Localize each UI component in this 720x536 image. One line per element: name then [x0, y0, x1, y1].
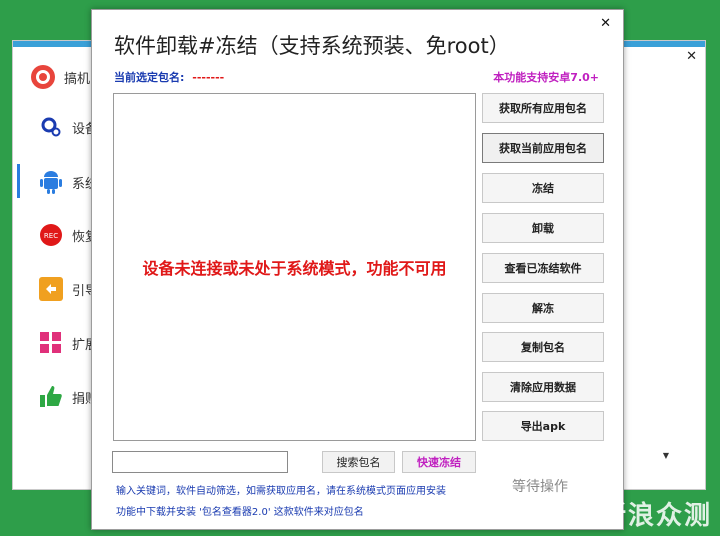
- back-arrow-icon: [38, 276, 64, 302]
- gear-icon: [38, 114, 64, 140]
- sidebar-item-label: 搞机: [64, 71, 91, 87]
- current-package-value: -------: [192, 71, 225, 84]
- background-close-icon[interactable]: ✕: [686, 49, 697, 64]
- scroll-down-arrow-icon[interactable]: ▼: [661, 449, 671, 463]
- current-package-label: 当前选定包名: -------: [114, 69, 224, 85]
- android-icon: [38, 169, 64, 195]
- sidebar-item-system[interactable]: 系统: [38, 162, 98, 202]
- get-current-package-button[interactable]: 获取当前应用包名: [482, 133, 604, 163]
- search-input[interactable]: [112, 451, 288, 473]
- logo-icon: [30, 64, 56, 90]
- view-frozen-button[interactable]: 查看已冻结软件: [482, 253, 604, 283]
- copy-package-button[interactable]: 复制包名: [482, 332, 604, 362]
- get-all-packages-button[interactable]: 获取所有应用包名: [482, 93, 604, 123]
- freeze-button[interactable]: 冻结: [482, 173, 604, 203]
- hint-line-1: 输入关键词，软件自动筛选，如需获取应用名，请在系统模式页面应用安装: [116, 486, 446, 497]
- status-text: 等待操作: [512, 479, 568, 495]
- rec-icon-text: REC: [44, 232, 58, 240]
- empty-state-message: 设备未连接或未处于系统模式，功能不可用: [142, 259, 447, 278]
- current-package-caption: 当前选定包名:: [114, 71, 185, 84]
- unfreeze-button[interactable]: 解冻: [482, 293, 604, 323]
- watermark: 新浪众测: [599, 501, 712, 531]
- clear-app-data-button[interactable]: 清除应用数据: [482, 372, 604, 402]
- sidebar-item-boot[interactable]: 引导: [38, 269, 98, 309]
- sidebar-item-extension[interactable]: 扩展: [38, 323, 98, 363]
- close-icon[interactable]: ✕: [600, 16, 611, 31]
- sidebar-item-home[interactable]: 搞机: [30, 57, 90, 97]
- sidebar-item-recovery[interactable]: REC 恢复: [38, 215, 98, 255]
- uninstall-button[interactable]: 卸载: [482, 213, 604, 243]
- hint-line-2: 功能中下载并安装 '包名查看器2.0' 这款软件来对应包名: [116, 507, 364, 518]
- grid-icon: [38, 330, 64, 356]
- dialog-title: 软件卸载#冻结（支持系统预装、免root）: [114, 34, 510, 58]
- sidebar-item-device[interactable]: 设备: [38, 107, 98, 147]
- uninstall-freeze-dialog: ✕ 软件卸载#冻结（支持系统预装、免root） 当前选定包名: ------- …: [91, 9, 624, 530]
- thumbs-up-icon: [38, 384, 64, 410]
- quick-freeze-button[interactable]: 快速冻结: [402, 451, 476, 473]
- sidebar-active-indicator: [17, 164, 20, 198]
- package-list[interactable]: 设备未连接或未处于系统模式，功能不可用: [113, 93, 476, 441]
- export-apk-button[interactable]: 导出apk: [482, 411, 604, 441]
- rec-icon: REC: [38, 222, 64, 248]
- sidebar-item-donate[interactable]: 捐赠: [38, 377, 98, 417]
- android-version-note: 本功能支持安卓7.0+: [493, 71, 599, 84]
- search-package-button[interactable]: 搜索包名: [322, 451, 395, 473]
